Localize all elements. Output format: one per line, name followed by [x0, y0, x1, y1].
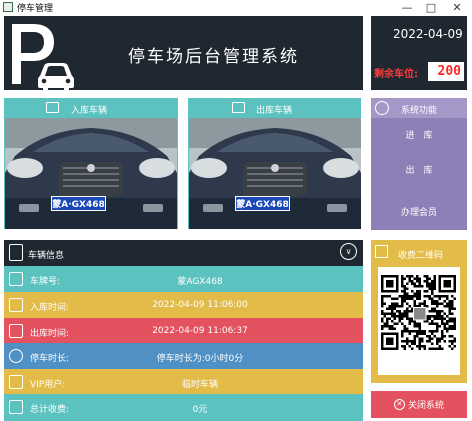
vehicle-info-value: 临时车辆 [181, 380, 218, 390]
close-system-label: 关闭系统 [407, 401, 444, 411]
register-member-button[interactable]: 办理会员 [371, 202, 467, 220]
window-close-button[interactable]: ✕ [446, 0, 468, 14]
entry-vehicle-photo [5, 118, 177, 229]
qr-title: 收费二维码 [398, 251, 444, 261]
vehicle-info-label: 停车时长: [30, 354, 70, 364]
qr-code-icon [375, 245, 388, 258]
vehicle-info-value: 2022-04-09 11:06:37 [152, 326, 248, 336]
payment-qr-code [378, 267, 460, 375]
vehicle-info-label: VIP用户: [30, 380, 66, 390]
close-system-button[interactable]: ✕ 关闭系统 [371, 391, 467, 418]
current-date: 2022-04-09 [393, 27, 463, 41]
app-icon [3, 2, 13, 12]
parking-logo-icon [12, 24, 74, 90]
remaining-spaces-label: 剩余车位: [374, 69, 418, 80]
crown-icon [9, 375, 23, 389]
power-icon: ✕ [393, 399, 405, 410]
vehicle-info-label: 车牌号: [30, 277, 61, 287]
vehicle-info-label: 出库时间: [30, 329, 70, 339]
entry-button[interactable]: 进 库 [371, 125, 467, 143]
entry-license-plate: 蒙A·GX468 [51, 196, 106, 211]
remaining-spaces-value: 200 [428, 62, 464, 81]
vehicle-info-label: 入库时间: [30, 303, 70, 313]
entry-camera-label: 入库车辆 [71, 106, 108, 116]
minimize-button[interactable]: — [396, 0, 418, 14]
enter-icon [9, 298, 23, 312]
exit-vehicle-photo [189, 118, 361, 229]
exit-button[interactable]: 出 库 [371, 160, 467, 178]
page-title: 停车场后台管理系统 [128, 47, 299, 67]
gear-icon [375, 101, 389, 115]
window-title: 停车管理 [17, 4, 54, 14]
image-icon [46, 102, 59, 113]
exit-icon [9, 324, 23, 338]
clock-icon [9, 349, 23, 363]
image-icon [232, 102, 245, 113]
maximize-button[interactable]: □ [420, 0, 442, 14]
plate-icon [9, 272, 23, 286]
vehicle-info-value: 蒙AGX468 [177, 277, 223, 287]
exit-license-plate: 蒙A·GX468 [235, 196, 290, 211]
collapse-chevron-icon[interactable]: ∨ [340, 243, 357, 260]
vehicle-info-value: 停车时长为:0小时0分 [156, 354, 244, 364]
vehicle-info-label: 总计收费: [30, 405, 70, 415]
exit-camera-label: 出库车辆 [256, 106, 293, 116]
vehicle-info-value: 2022-04-09 11:06:00 [152, 300, 248, 310]
vehicle-info-value: 0元 [192, 405, 208, 415]
vehicle-info-title: 车辆信息 [28, 251, 65, 261]
system-functions-title: 系统功能 [401, 106, 438, 116]
clipboard-icon [9, 244, 23, 261]
money-icon [9, 400, 23, 414]
